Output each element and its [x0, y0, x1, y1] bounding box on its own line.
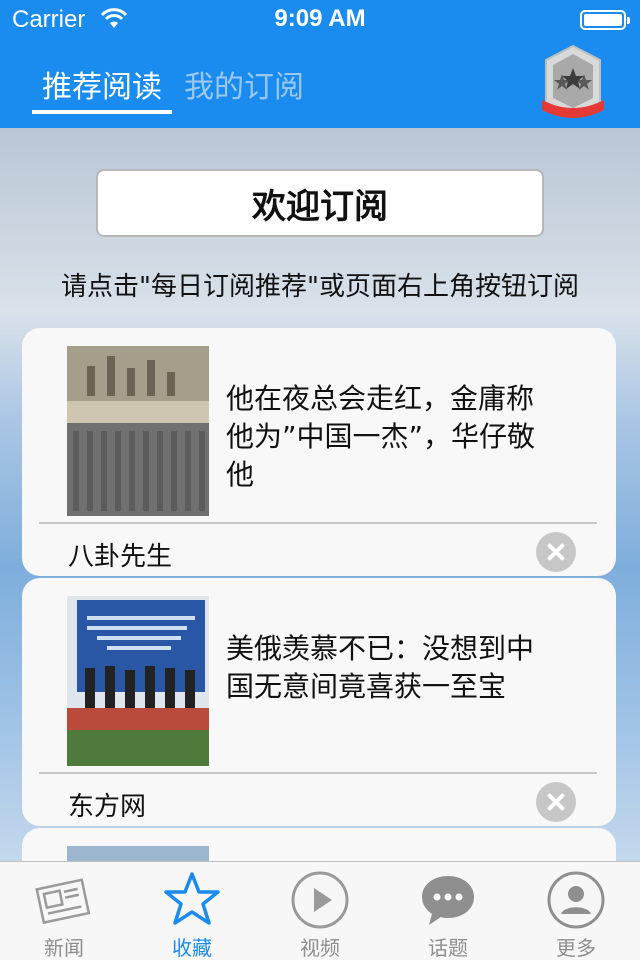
- newspaper-icon: [35, 878, 91, 925]
- status-bar: Carrier 9:09 AM: [0, 0, 640, 40]
- tab-more[interactable]: 更多: [512, 862, 640, 960]
- tab-label: 新闻: [44, 936, 84, 960]
- article-title[interactable]: 美俄羡慕不已：没想到中国无意间竟喜获一至宝: [226, 630, 536, 706]
- clock: 9:09 AM: [274, 5, 366, 32]
- article-title[interactable]: 他在夜总会走红，金庸称他为”中国一杰”，华仔敬他: [226, 380, 536, 494]
- news-card[interactable]: 他在夜总会走红，金庸称他为”中国一杰”，华仔敬他 八卦先生: [22, 328, 616, 576]
- tab-favorites[interactable]: 收藏: [128, 862, 256, 960]
- subscribe-hint: 请点击"每日订阅推荐"或页面右上角按钮订阅: [61, 272, 579, 302]
- tab-video[interactable]: 视频: [256, 862, 384, 960]
- tab-bar: 新闻 收藏 视频 话题 更多: [0, 861, 640, 960]
- navigation-bar: Carrier 9:09 AM 推荐阅读 我的订阅: [0, 0, 640, 128]
- play-icon: [291, 871, 349, 929]
- tab-recommended-reading[interactable]: 推荐阅读: [42, 62, 162, 106]
- tab-label: 话题: [428, 936, 468, 960]
- tab-label: 更多: [556, 936, 596, 960]
- chat-bubble-icon: [422, 876, 474, 925]
- article-thumbnail: [67, 596, 209, 766]
- news-card[interactable]: 美俄羡慕不已：没想到中国无意间竟喜获一至宝 东方网: [22, 578, 616, 826]
- close-icon[interactable]: [536, 782, 576, 822]
- article-thumbnail: [67, 346, 209, 516]
- tab-label: 收藏: [172, 936, 212, 960]
- user-icon: [547, 871, 605, 929]
- active-tab-indicator: [32, 110, 172, 114]
- medal-stars-icon[interactable]: [540, 44, 606, 124]
- article-source: 八卦先生: [68, 542, 173, 572]
- tab-my-subscriptions[interactable]: 我的订阅: [184, 62, 304, 106]
- article-source: 东方网: [68, 792, 147, 822]
- divider: [39, 522, 597, 524]
- tab-news[interactable]: 新闻: [0, 862, 128, 960]
- star-icon: [164, 872, 220, 925]
- welcome-subscribe-button[interactable]: 欢迎订阅: [96, 169, 544, 237]
- close-icon[interactable]: [536, 532, 576, 572]
- tab-topics[interactable]: 话题: [384, 862, 512, 960]
- tab-label: 视频: [300, 936, 340, 960]
- battery-icon: [580, 10, 630, 30]
- divider: [39, 772, 597, 774]
